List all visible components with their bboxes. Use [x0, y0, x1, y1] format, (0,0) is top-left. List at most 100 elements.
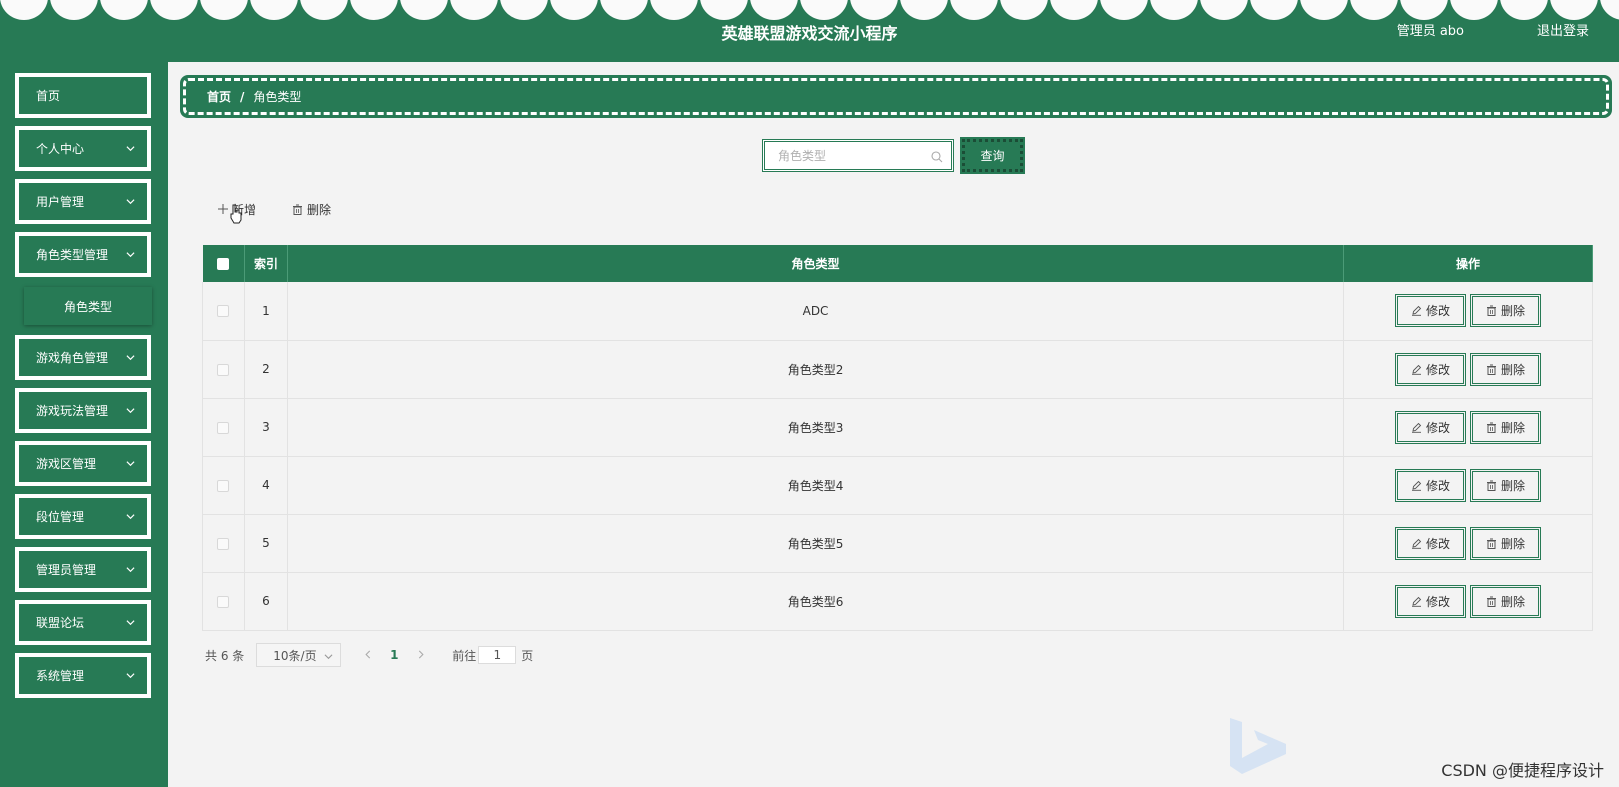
- row-role-type: 角色类型6: [287, 572, 1345, 631]
- row-check-cell: [202, 282, 245, 341]
- goto-page-input[interactable]: [478, 646, 517, 664]
- breadcrumb: 首页 / 角色类型: [180, 75, 1612, 118]
- batch-delete-button[interactable]: 删除: [292, 200, 331, 218]
- row-checkbox[interactable]: [217, 305, 230, 318]
- sidebar-subitem-role-type[interactable]: 角色类型: [24, 287, 152, 325]
- chevron-down-icon: [126, 514, 135, 520]
- table-row: 3 角色类型3 修改 删除: [202, 398, 1593, 457]
- sidebar-item-label: 系统管理: [36, 669, 85, 683]
- sidebar-item-forum[interactable]: 联盟论坛: [15, 600, 151, 645]
- row-ops: 修改 删除: [1343, 456, 1593, 515]
- edit-button[interactable]: 修改: [1395, 352, 1467, 386]
- sidebar-item-admins[interactable]: 管理员管理: [15, 547, 151, 592]
- sidebar-item-system[interactable]: 系统管理: [15, 653, 151, 698]
- row-check-cell: [202, 398, 245, 457]
- sidebar-item-ranks[interactable]: 段位管理: [15, 494, 151, 539]
- scallop-decoration: [0, 0, 1619, 20]
- row-role-type: 角色类型5: [287, 514, 1345, 573]
- page-unit-label: 页: [521, 648, 534, 663]
- edit-button[interactable]: 修改: [1395, 526, 1467, 560]
- scallop-shape: [1500, 0, 1548, 20]
- delete-button[interactable]: 删除: [1470, 584, 1542, 618]
- trash-icon: [1487, 422, 1497, 433]
- pencil-icon: [1412, 364, 1422, 375]
- prev-page-button[interactable]: [360, 648, 374, 662]
- app-title: 英雄联盟游戏交流小程序: [721, 24, 898, 43]
- page-number[interactable]: 1: [384, 648, 404, 662]
- scallop-shape: [50, 0, 98, 20]
- breadcrumb-home[interactable]: 首页: [207, 88, 231, 105]
- trash-icon: [1487, 305, 1497, 317]
- sidebar-item-game-regions[interactable]: 游戏区管理: [15, 441, 151, 486]
- row-checkbox[interactable]: [217, 537, 230, 550]
- page-size-select[interactable]: 10条/页: [256, 643, 342, 667]
- edit-button[interactable]: 修改: [1395, 584, 1467, 618]
- sidebar-item-label: 个人中心: [36, 142, 85, 156]
- row-ops: 修改 删除: [1343, 398, 1593, 457]
- goto-label: 前往: [452, 648, 477, 663]
- page-size-value: 10条/页: [273, 648, 317, 663]
- edit-button[interactable]: 修改: [1395, 294, 1467, 328]
- delete-button[interactable]: 删除: [1470, 352, 1542, 386]
- table-header-row: 索引 角色类型 操作: [202, 245, 1593, 282]
- logout-link[interactable]: 退出登录: [1537, 20, 1589, 39]
- sidebar-item-game-modes[interactable]: 游戏玩法管理: [15, 388, 151, 433]
- select-all-checkbox[interactable]: [217, 258, 230, 270]
- scallop-shape: [800, 0, 848, 20]
- chevron-down-icon: [126, 567, 135, 573]
- sidebar-item-game-roles[interactable]: 游戏角色管理: [15, 335, 151, 380]
- query-button[interactable]: 查询: [960, 137, 1025, 174]
- scallop-shape: [100, 0, 148, 20]
- scallop-shape: [500, 0, 548, 20]
- sidebar-item-label: 角色类型管理: [36, 248, 109, 262]
- row-index: 6: [244, 572, 288, 631]
- row-check-cell: [202, 572, 245, 631]
- delete-button[interactable]: 删除: [1470, 294, 1542, 328]
- scallop-shape: [550, 0, 598, 20]
- chevron-left-icon: [365, 650, 370, 659]
- hand-cursor-icon: [230, 204, 242, 224]
- next-page-button[interactable]: [414, 648, 428, 662]
- delete-button-label: 删除: [1501, 594, 1526, 609]
- row-index: 2: [244, 340, 288, 399]
- row-index: 1: [244, 282, 288, 341]
- scallop-shape: [1050, 0, 1098, 20]
- row-index: 3: [244, 398, 288, 457]
- scallop-shape: [1350, 0, 1398, 20]
- sidebar-item-personal-center[interactable]: 个人中心: [15, 126, 151, 171]
- edit-button-label: 修改: [1426, 594, 1451, 609]
- delete-button-label: 删除: [1501, 304, 1526, 319]
- edit-button[interactable]: 修改: [1395, 410, 1467, 444]
- row-checkbox[interactable]: [217, 479, 230, 492]
- edit-button-label: 修改: [1426, 420, 1451, 435]
- delete-button[interactable]: 删除: [1470, 410, 1542, 444]
- delete-button[interactable]: 删除: [1470, 468, 1542, 502]
- search-input[interactable]: [765, 142, 951, 169]
- row-checkbox[interactable]: [217, 595, 230, 608]
- sidebar-item-home[interactable]: 首页: [15, 73, 151, 118]
- sidebar-item-label: 游戏角色管理: [36, 351, 109, 365]
- sidebar-item-role-type-management[interactable]: 角色类型管理: [15, 232, 151, 277]
- scallop-shape: [1200, 0, 1248, 20]
- scallop-shape: [950, 0, 998, 20]
- sidebar: 首页 个人中心 用户管理 角色类型管理 角色类型 游戏角色管理 游戏玩法管理 游…: [0, 62, 168, 787]
- row-ops: 修改 删除: [1343, 514, 1593, 573]
- edit-button-label: 修改: [1426, 362, 1451, 377]
- edit-button[interactable]: 修改: [1395, 468, 1467, 502]
- delete-button-label: 删除: [1501, 478, 1526, 493]
- delete-button-label: 删除: [1501, 420, 1526, 435]
- scallop-shape: [600, 0, 648, 20]
- delete-button[interactable]: 删除: [1470, 526, 1542, 560]
- chevron-down-icon: [324, 654, 333, 660]
- row-checkbox[interactable]: [217, 421, 230, 434]
- sidebar-item-label: 游戏玩法管理: [36, 404, 109, 418]
- row-index: 4: [244, 456, 288, 515]
- sidebar-item-users[interactable]: 用户管理: [15, 179, 151, 224]
- scallop-shape: [150, 0, 198, 20]
- query-button-label: 查询: [980, 149, 1005, 163]
- search-box: [762, 139, 954, 172]
- scallop-shape: [350, 0, 398, 20]
- row-checkbox[interactable]: [217, 363, 230, 376]
- header-index: 索引: [244, 245, 288, 282]
- scallop-shape: [1400, 0, 1448, 20]
